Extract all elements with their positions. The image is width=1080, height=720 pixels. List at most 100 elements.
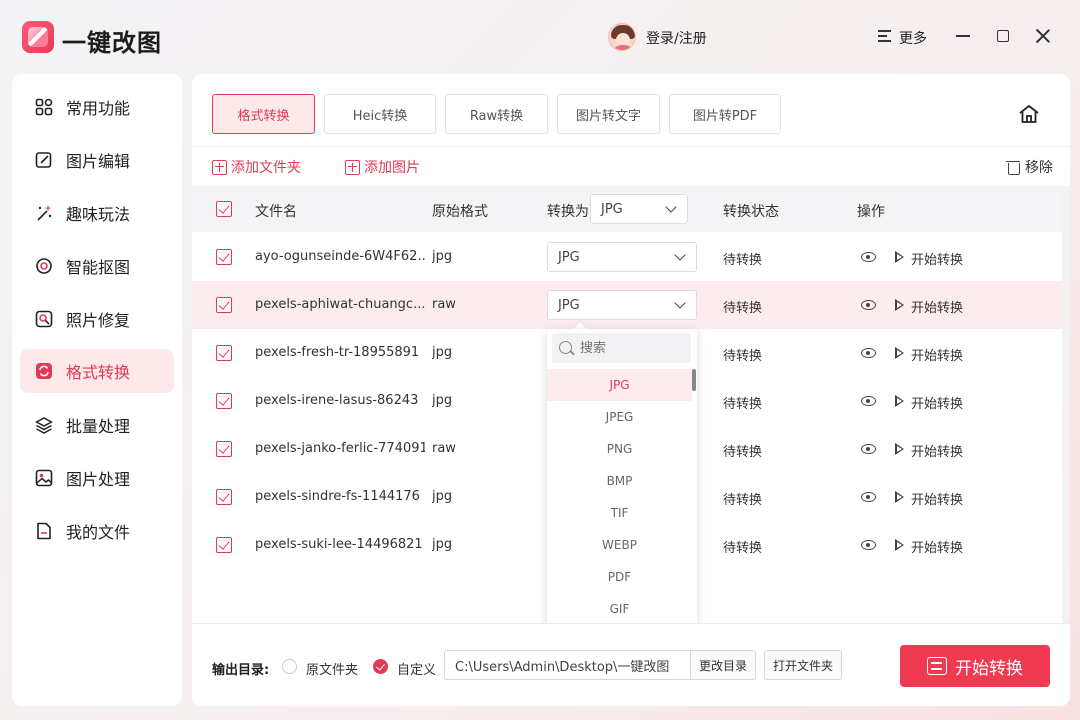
magic-icon (37, 205, 52, 221)
start-convert-link[interactable]: 开始转换 (911, 345, 963, 364)
row-format-select[interactable]: JPG (547, 242, 697, 272)
row-checkbox[interactable] (216, 537, 232, 553)
add-image-button[interactable]: 添加图片 (345, 157, 420, 177)
select-all-checkbox[interactable] (216, 201, 232, 217)
menu-icon[interactable] (878, 30, 891, 42)
open-folder-button[interactable]: 打开文件夹 (764, 650, 842, 680)
dropdown-scrollbar[interactable] (692, 369, 696, 391)
output-path-input[interactable] (444, 650, 691, 680)
play-icon[interactable] (895, 251, 904, 263)
play-icon[interactable] (895, 395, 904, 407)
sidebar-item-image-process[interactable]: 图片处理 (20, 456, 174, 500)
tab-format-convert[interactable]: 格式转换 (212, 94, 315, 134)
tab-heic-convert[interactable]: Heic转换 (324, 94, 436, 134)
start-convert-link[interactable]: 开始转换 (911, 489, 963, 508)
file-name: pexels-sindre-fs-1144176 (255, 489, 420, 504)
play-icon[interactable] (895, 347, 904, 359)
row-checkbox[interactable] (216, 249, 232, 265)
divider (192, 146, 1070, 147)
table-row[interactable]: pexels-aphiwat-chuangc... raw JPG 待转换 开始… (192, 281, 1070, 329)
row-checkbox[interactable] (216, 393, 232, 409)
sidebar-item-fun[interactable]: 趣味玩法 (20, 191, 174, 235)
convert-icon (36, 363, 52, 379)
start-convert-link[interactable]: 开始转换 (911, 249, 963, 268)
tab-raw-convert[interactable]: Raw转换 (445, 94, 548, 134)
format-option-webp[interactable]: WEBP (547, 529, 692, 561)
change-dir-button[interactable]: 更改目录 (690, 650, 756, 680)
format-option-tif[interactable]: TIF (547, 497, 692, 529)
search-icon (559, 341, 572, 354)
tab-image-to-pdf[interactable]: 图片转PDF (669, 94, 781, 134)
preview-eye-icon[interactable] (861, 300, 876, 310)
app-title: 一键改图 (62, 29, 162, 57)
status-text: 待转换 (723, 397, 763, 412)
start-convert-link[interactable]: 开始转换 (911, 297, 963, 316)
close-button[interactable] (1033, 26, 1053, 46)
home-icon[interactable] (1018, 104, 1040, 124)
preview-eye-icon[interactable] (861, 396, 876, 406)
remove-button[interactable]: 移除 (1006, 157, 1053, 177)
main-panel: 格式转换 Heic转换 Raw转换 图片转文字 图片转PDF 添加文件夹 添加图… (192, 74, 1070, 706)
format-option-gif[interactable]: GIF (547, 593, 692, 625)
preview-eye-icon[interactable] (861, 540, 876, 550)
maximize-button[interactable] (993, 26, 1013, 46)
sidebar-item-common[interactable]: 常用功能 (20, 85, 174, 129)
format-option-jpg[interactable]: JPG (547, 369, 692, 401)
minimize-icon (956, 35, 970, 37)
file-name: pexels-suki-lee-14496821 (255, 537, 423, 552)
sidebar-item-label: 格式转换 (66, 363, 131, 382)
repair-icon (35, 310, 53, 328)
play-icon[interactable] (895, 443, 904, 455)
login-link[interactable]: 登录/注册 (646, 28, 707, 48)
format-search-input[interactable] (552, 333, 691, 363)
more-button[interactable]: 更多 (899, 28, 927, 48)
radio-original-folder[interactable] (282, 659, 297, 674)
sidebar-item-cutout[interactable]: 智能抠图 (20, 244, 174, 288)
radio-custom-label[interactable]: 自定义 (397, 659, 436, 678)
row-checkbox[interactable] (216, 489, 232, 505)
row-checkbox[interactable] (216, 345, 232, 361)
format-option-jpeg[interactable]: JPEG (547, 401, 692, 433)
sidebar-item-batch[interactable]: 批量处理 (20, 403, 174, 447)
preview-eye-icon[interactable] (861, 252, 876, 262)
sidebar-item-label: 我的文件 (66, 523, 131, 542)
file-name: pexels-irene-lasus-86243 (255, 393, 419, 408)
sidebar-item-repair[interactable]: 照片修复 (20, 297, 174, 341)
preview-eye-icon[interactable] (861, 492, 876, 502)
sidebar-item-edit[interactable]: 图片编辑 (20, 138, 174, 182)
status-text: 待转换 (723, 253, 763, 268)
user-avatar[interactable] (608, 23, 636, 51)
play-icon[interactable] (895, 539, 904, 551)
radio-custom-folder[interactable] (373, 659, 388, 674)
format-option-png[interactable]: PNG (547, 433, 692, 465)
play-icon[interactable] (895, 299, 904, 311)
start-convert-button[interactable]: 开始转换 (900, 645, 1050, 687)
start-convert-link[interactable]: 开始转换 (911, 393, 963, 412)
maximize-icon (997, 30, 1009, 42)
format-option-pdf[interactable]: PDF (547, 561, 692, 593)
start-convert-link[interactable]: 开始转换 (911, 441, 963, 460)
tab-image-to-text[interactable]: 图片转文字 (557, 94, 660, 134)
row-format-select[interactable]: JPG (547, 290, 697, 320)
file-name: pexels-fresh-tr-18955891 (255, 345, 420, 360)
sidebar-item-format-convert[interactable]: 格式转换 (20, 349, 174, 393)
app-logo-icon (22, 21, 54, 53)
global-format-select[interactable]: JPG (590, 194, 688, 224)
minimize-button[interactable] (953, 26, 973, 46)
play-icon[interactable] (895, 491, 904, 503)
sidebar-item-my-files[interactable]: 我的文件 (20, 509, 174, 553)
radio-original-label[interactable]: 原文件夹 (306, 659, 358, 678)
add-folder-button[interactable]: 添加文件夹 (212, 157, 301, 177)
table-row[interactable]: ayo-ogunseinde-6W4F62... jpg JPG 待转换 开始转… (192, 233, 1070, 281)
header-original-format: 原始格式 (432, 204, 488, 220)
format-option-bmp[interactable]: BMP (547, 465, 692, 497)
grid-icon (35, 98, 53, 116)
preview-eye-icon[interactable] (861, 444, 876, 454)
file-name: pexels-aphiwat-chuangc... (255, 297, 425, 312)
row-checkbox[interactable] (216, 441, 232, 457)
row-checkbox[interactable] (216, 297, 232, 313)
table-scrollbar[interactable] (1062, 186, 1070, 623)
start-convert-link[interactable]: 开始转换 (911, 537, 963, 556)
convert-icon (927, 657, 947, 675)
preview-eye-icon[interactable] (861, 348, 876, 358)
